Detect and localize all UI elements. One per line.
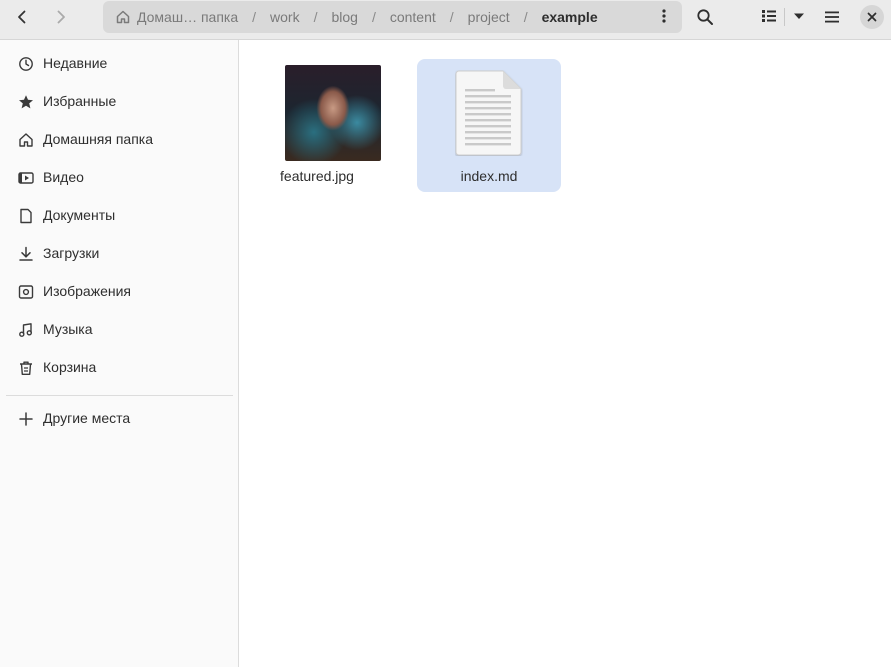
breadcrumb-work[interactable]: work bbox=[270, 9, 300, 25]
chevron-left-icon bbox=[14, 9, 30, 25]
home-icon bbox=[18, 132, 34, 148]
view-switcher bbox=[754, 3, 814, 31]
breadcrumb-separator: / bbox=[252, 9, 257, 25]
sidebar-item-label: Недавние bbox=[43, 55, 108, 71]
sidebar-item-starred[interactable]: Избранные bbox=[0, 83, 238, 121]
trash-icon bbox=[18, 360, 34, 376]
path-bar: Домаш… папка / work / blog / content / p… bbox=[103, 1, 682, 33]
sidebar-item-label: Видео bbox=[43, 169, 84, 185]
breadcrumb-separator: / bbox=[523, 9, 528, 25]
path-menu-button[interactable] bbox=[652, 5, 676, 29]
download-icon bbox=[18, 246, 34, 262]
clock-icon bbox=[18, 56, 34, 72]
sidebar-item-downloads[interactable]: Загрузки bbox=[0, 235, 238, 273]
document-icon bbox=[18, 208, 34, 224]
hamburger-menu-icon bbox=[824, 9, 840, 25]
breadcrumb-separator: / bbox=[449, 9, 454, 25]
close-window-button[interactable] bbox=[860, 5, 884, 29]
sidebar-item-label: Музыка bbox=[43, 321, 93, 337]
breadcrumb-blog[interactable]: blog bbox=[331, 9, 357, 25]
breadcrumb-project[interactable]: project bbox=[468, 9, 510, 25]
list-view-icon bbox=[761, 8, 777, 27]
sidebar-item-label: Другие места bbox=[43, 410, 131, 426]
sidebar-item-home[interactable]: Домашняя папка bbox=[0, 121, 238, 159]
file-name: index.md bbox=[460, 168, 518, 184]
breadcrumb-separator: / bbox=[371, 9, 376, 25]
breadcrumb-separator: / bbox=[313, 9, 318, 25]
breadcrumb-label: Домаш… папка bbox=[137, 9, 239, 25]
text-document-icon bbox=[455, 70, 523, 159]
back-button[interactable] bbox=[6, 3, 38, 31]
sidebar-item-other-locations[interactable]: Другие места bbox=[0, 400, 238, 438]
close-icon bbox=[867, 9, 877, 25]
file-item-selected[interactable]: index.md bbox=[417, 59, 561, 192]
image-thumbnail bbox=[285, 65, 381, 161]
file-name: featured.jpg bbox=[280, 168, 354, 184]
video-icon bbox=[18, 170, 34, 186]
sidebar-item-label: Избранные bbox=[43, 93, 117, 109]
star-icon bbox=[18, 94, 34, 110]
forward-button[interactable] bbox=[45, 3, 77, 31]
sidebar-item-documents[interactable]: Документы bbox=[0, 197, 238, 235]
vertical-dots-icon bbox=[656, 8, 672, 27]
view-mode-button[interactable] bbox=[754, 3, 784, 31]
breadcrumb-content[interactable]: content bbox=[390, 9, 436, 25]
sidebar-item-label: Документы bbox=[43, 207, 116, 223]
search-icon bbox=[696, 8, 714, 26]
sidebar: Недавние Избранные Домашняя папка Видео … bbox=[0, 40, 239, 667]
sidebar-item-music[interactable]: Музыка bbox=[0, 311, 238, 349]
sidebar-item-label: Загрузки bbox=[43, 245, 100, 261]
search-button[interactable] bbox=[689, 3, 721, 31]
sidebar-item-videos[interactable]: Видео bbox=[0, 159, 238, 197]
sidebar-divider bbox=[6, 395, 233, 396]
home-icon bbox=[115, 9, 131, 25]
view-options-dropdown[interactable] bbox=[785, 3, 813, 31]
main-menu-button[interactable] bbox=[816, 3, 848, 31]
breadcrumb-home[interactable]: Домаш… папка bbox=[115, 9, 238, 25]
sidebar-item-label: Домашняя папка bbox=[43, 131, 154, 147]
file-item[interactable]: featured.jpg bbox=[245, 59, 389, 192]
file-view[interactable]: featured.jpg index.md bbox=[240, 41, 891, 667]
music-icon bbox=[18, 322, 34, 338]
sidebar-item-label: Корзина bbox=[43, 359, 97, 375]
sidebar-item-label: Изображения bbox=[43, 283, 131, 299]
breadcrumb-example[interactable]: example bbox=[542, 9, 598, 25]
sidebar-item-pictures[interactable]: Изображения bbox=[0, 273, 238, 311]
sidebar-item-recent[interactable]: Недавние bbox=[0, 45, 238, 83]
header-bar: Домаш… папка / work / blog / content / p… bbox=[0, 0, 891, 40]
image-icon bbox=[18, 284, 34, 300]
sidebar-item-trash[interactable]: Корзина bbox=[0, 349, 238, 387]
triangle-down-icon bbox=[792, 9, 806, 26]
chevron-right-icon bbox=[53, 9, 69, 25]
plus-icon bbox=[18, 411, 34, 427]
